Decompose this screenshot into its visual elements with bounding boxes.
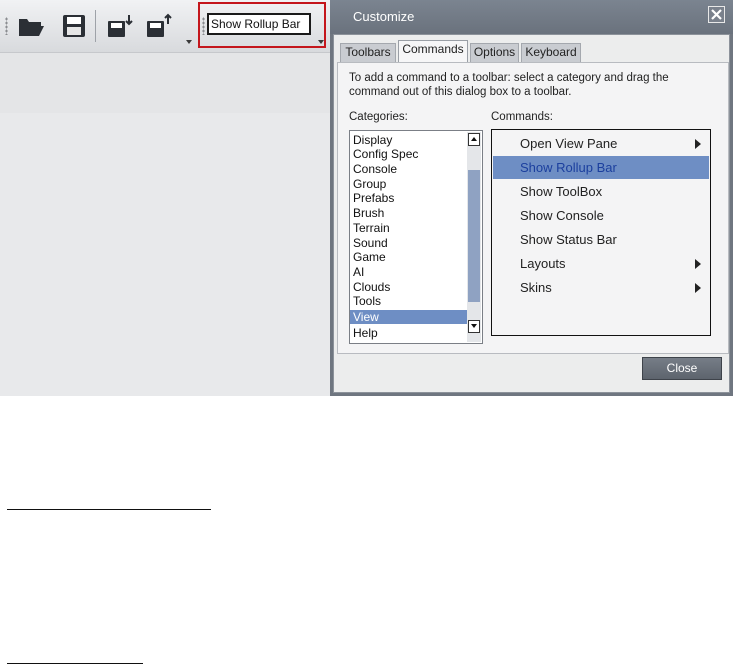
command-open-view-pane[interactable]: Open View Pane [493, 132, 709, 155]
commands-label: Commands: [491, 111, 553, 123]
tab-options[interactable]: Options [470, 43, 519, 62]
categories-label: Categories: [349, 111, 408, 123]
categories-scrollbar[interactable] [467, 132, 481, 342]
toolbar-grip[interactable] [5, 17, 8, 35]
command-label: Show Status Bar [520, 232, 617, 247]
dialog-titlebar[interactable]: Customize [330, 0, 733, 34]
command-label: Skins [520, 280, 552, 295]
list-item[interactable]: Group [353, 177, 386, 191]
command-show-console[interactable]: Show Console [493, 204, 709, 227]
list-item[interactable]: Prefabs [353, 191, 394, 205]
scroll-thumb[interactable] [468, 170, 480, 302]
tab-keyboard[interactable]: Keyboard [521, 43, 581, 62]
scroll-down-button[interactable] [468, 320, 480, 333]
submenu-arrow-icon [695, 139, 701, 149]
command-label: Show Console [520, 208, 604, 223]
commands-list[interactable]: Open View Pane Show Rollup Bar Show Tool… [491, 129, 711, 336]
list-item[interactable]: Console [353, 162, 397, 176]
command-show-status-bar[interactable]: Show Status Bar [493, 228, 709, 251]
save-icon[interactable] [60, 12, 88, 40]
command-label: Show Rollup Bar [520, 160, 617, 175]
list-item[interactable]: Brush [353, 206, 384, 220]
list-item[interactable]: Help [353, 326, 378, 340]
list-item[interactable]: Terrain [353, 221, 390, 235]
divider-line [7, 663, 143, 664]
categories-list[interactable]: Display Config Spec Console Group Prefab… [349, 130, 483, 344]
list-item[interactable]: Clouds [353, 280, 390, 294]
arrow-up-icon [471, 137, 477, 141]
divider-line [7, 509, 211, 510]
export-icon[interactable] [145, 12, 173, 40]
command-label: Open View Pane [520, 136, 618, 151]
list-item[interactable]: Game [353, 250, 386, 264]
import-icon[interactable] [106, 12, 134, 40]
list-item[interactable]: Config Spec [353, 147, 418, 161]
tab-toolbars[interactable]: Toolbars [340, 43, 396, 62]
show-rollup-bar-button[interactable]: Show Rollup Bar [207, 13, 311, 35]
close-icon[interactable] [708, 6, 725, 23]
command-label: Show ToolBox [520, 184, 603, 199]
tab-commands[interactable]: Commands [398, 40, 468, 62]
chevron-down-icon[interactable] [318, 40, 324, 44]
list-item-selected[interactable]: View [350, 310, 469, 324]
command-label: Layouts [520, 256, 566, 271]
submenu-arrow-icon [695, 259, 701, 269]
command-skins[interactable]: Skins [493, 276, 709, 299]
list-item[interactable]: Tools [353, 294, 381, 308]
instructions-text: To add a command to a toolbar: select a … [349, 72, 669, 98]
command-layouts[interactable]: Layouts [493, 252, 709, 275]
toolbar-separator [95, 10, 96, 42]
command-show-toolbox[interactable]: Show ToolBox [493, 180, 709, 203]
list-item[interactable]: Display [353, 133, 392, 147]
open-folder-icon[interactable] [17, 12, 45, 40]
list-item[interactable]: Sound [353, 236, 388, 250]
workspace-area [0, 113, 332, 396]
toolbar-strip [0, 53, 332, 113]
close-button[interactable]: Close [642, 357, 722, 380]
arrow-down-icon [471, 324, 477, 328]
dialog-title: Customize [353, 9, 415, 24]
submenu-arrow-icon [695, 283, 701, 293]
command-show-rollup-bar[interactable]: Show Rollup Bar [493, 156, 709, 179]
scroll-up-button[interactable] [468, 133, 480, 146]
list-item[interactable]: AI [353, 265, 364, 279]
chevron-down-icon[interactable] [186, 40, 192, 44]
